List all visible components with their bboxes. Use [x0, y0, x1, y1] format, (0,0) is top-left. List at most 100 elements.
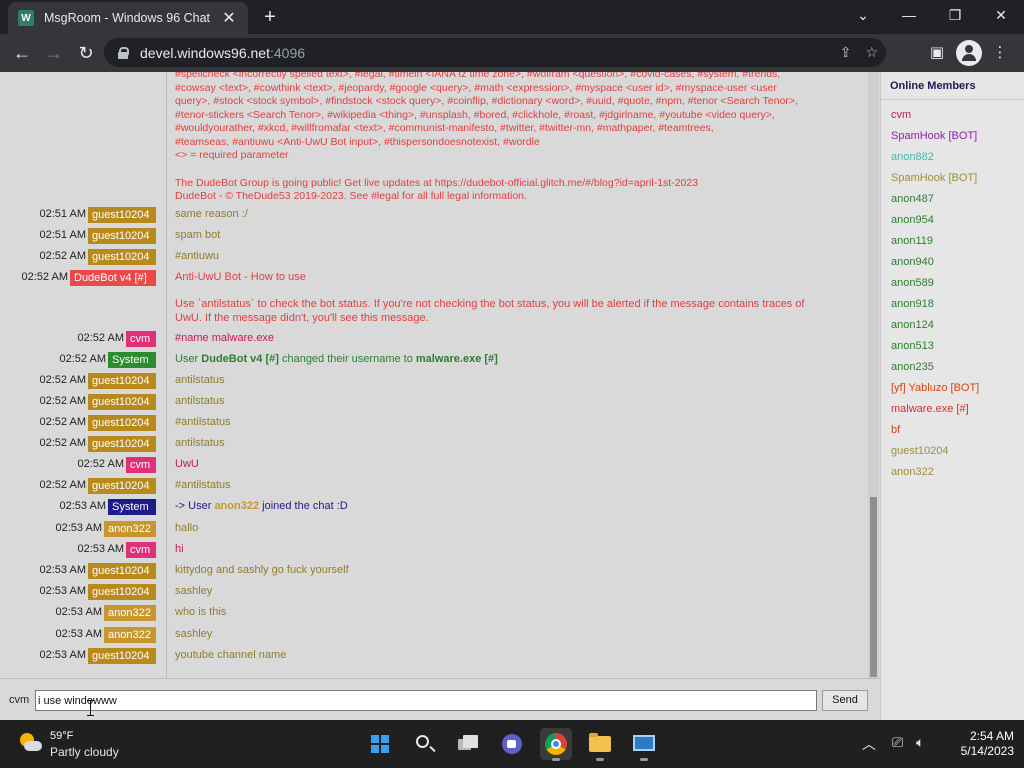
member-item[interactable]: anon124	[891, 319, 934, 331]
member-item[interactable]: anon918	[891, 298, 934, 310]
message-fragment: changed their username to	[278, 353, 416, 365]
share-icon[interactable]: ⇪	[840, 44, 852, 61]
network-icon[interactable]: ⎚	[892, 734, 903, 751]
tab-close-icon[interactable]: ✕	[220, 8, 238, 28]
username-badge[interactable]: DudeBot v4 [#]	[70, 270, 156, 286]
message-row: 02:51 AM guest10204 spam bot	[0, 227, 868, 245]
chat-log: #spellcheck <incorrectly spelled text>, …	[0, 72, 868, 678]
message-text: Anti-UwU Bot - How to use	[175, 271, 306, 283]
member-item[interactable]: SpamHook [BOT]	[891, 172, 977, 184]
message-text: hallo	[175, 522, 199, 534]
member-item[interactable]: anon119	[891, 235, 933, 247]
username-badge[interactable]: guest10204	[88, 648, 156, 664]
bot-help-text: #spellcheck <incorrectly spelled text>, …	[175, 72, 865, 204]
member-item[interactable]: malware.exe [#]	[891, 403, 969, 415]
bookmark-star-icon[interactable]: ☆	[865, 44, 878, 61]
show-hidden-icons-chevron-icon[interactable]: ︿	[862, 734, 876, 754]
username-badge[interactable]: anon322	[104, 605, 156, 621]
profile-avatar-icon[interactable]	[956, 40, 982, 66]
minimize-button[interactable]: —	[886, 0, 932, 32]
member-item[interactable]: anon235	[891, 361, 934, 373]
scrollbar-thumb[interactable]	[870, 497, 877, 677]
username-badge[interactable]: anon322	[104, 627, 156, 643]
member-item[interactable]: anon513	[891, 340, 934, 352]
help-line: #teamseas, #antiuwu <Anti-UwU Bot input>…	[175, 135, 540, 148]
back-button[interactable]: ←	[8, 39, 36, 67]
online-members-panel: Online Members cvm SpamHook [BOT] anon882 S…	[880, 72, 1024, 720]
message-username-mention: anon322	[214, 500, 260, 512]
username-badge[interactable]: cvm	[126, 542, 156, 558]
member-item[interactable]: anon322	[891, 466, 934, 478]
message-text: antilstatus	[175, 395, 225, 407]
restore-button[interactable]: ❐	[932, 0, 978, 32]
username-badge[interactable]: System	[108, 499, 156, 515]
start-button[interactable]	[364, 728, 396, 760]
message-row: 02:53 AM guest10204 youtube channel name	[0, 647, 868, 665]
message-text: kittydog and sashly go fuck yourself	[175, 564, 349, 576]
forward-button[interactable]: →	[40, 39, 68, 67]
member-item[interactable]: [yf] Yabluzo [BOT]	[891, 382, 979, 394]
username-badge[interactable]: cvm	[126, 457, 156, 473]
new-tab-button[interactable]: +	[258, 5, 282, 29]
search-button[interactable]	[408, 728, 440, 760]
username-badge[interactable]: guest10204	[88, 563, 156, 579]
member-item[interactable]: anon882	[891, 151, 934, 163]
message-row: 02:52 AM System User DudeBot v4 [#] change…	[0, 351, 868, 369]
username-badge[interactable]: cvm	[126, 331, 156, 347]
folder-icon	[589, 733, 611, 752]
browser-tab[interactable]: W MsgRoom - Windows 96 Chat ✕	[8, 2, 248, 34]
username-badge[interactable]: guest10204	[88, 436, 156, 452]
message-fragment: -> User	[175, 500, 215, 512]
volume-icon[interactable]: 🔈︎	[916, 734, 924, 751]
message-timestamp: 02:53 AM	[59, 500, 106, 512]
username-badge[interactable]: guest10204	[88, 207, 156, 223]
reload-button[interactable]: ↻	[72, 39, 100, 67]
footer-line: The DudeBot Group is going public! Get l…	[175, 176, 699, 189]
username-badge[interactable]: guest10204	[88, 584, 156, 600]
username-badge[interactable]: guest10204	[88, 415, 156, 431]
message-text: hi	[175, 543, 184, 555]
members-title: Online Members	[890, 80, 976, 92]
username-badge[interactable]: guest10204	[88, 249, 156, 265]
send-button[interactable]: Send	[822, 690, 868, 711]
message-row: 02:53 AM anon322 sashley	[0, 626, 868, 644]
chat-scrollbar[interactable]	[868, 72, 879, 678]
member-item[interactable]: SpamHook [BOT]	[891, 130, 977, 142]
username-badge[interactable]: guest10204	[88, 373, 156, 389]
window-close-button[interactable]: ✕	[978, 0, 1024, 32]
message-row: UwU. If the message didn't, you'll see t…	[0, 310, 868, 328]
username-badge[interactable]: guest10204	[88, 478, 156, 494]
message-text: who is this	[175, 606, 227, 618]
message-input[interactable]	[35, 690, 817, 711]
file-explorer-button[interactable]	[584, 728, 616, 761]
tab-search-dropdown-icon[interactable]: ⌄	[840, 0, 886, 32]
chrome-taskbar-button[interactable]	[540, 728, 572, 761]
browser-tabbar: W MsgRoom - Windows 96 Chat ✕ + ⌄ — ❐ ✕	[0, 0, 1024, 34]
lock-icon[interactable]	[118, 46, 129, 59]
member-item[interactable]: guest10204	[891, 445, 949, 457]
member-item[interactable]: anon487	[891, 193, 934, 205]
monitor-app-button[interactable]	[628, 728, 660, 761]
help-line: #wouldyourather, #xkcd, #willfromafar <t…	[175, 122, 714, 134]
username-badge[interactable]: guest10204	[88, 228, 156, 244]
member-item[interactable]: anon954	[891, 214, 934, 226]
tab-title: MsgRoom - Windows 96 Chat	[44, 11, 211, 25]
member-item[interactable]: bf	[891, 424, 900, 436]
member-item[interactable]: cvm	[891, 109, 911, 121]
member-item[interactable]: anon589	[891, 277, 934, 289]
message-text: Use `antilstatus` to check the bot statu…	[175, 298, 805, 310]
address-bar[interactable]: devel.windows96.net :4096 ⇪ ☆	[104, 38, 886, 67]
username-badge[interactable]: guest10204	[88, 394, 156, 410]
username-badge[interactable]: anon322	[104, 521, 156, 537]
username-badge[interactable]: System	[108, 352, 156, 368]
menu-kebab-icon[interactable]: ⋮	[986, 39, 1014, 67]
footer-line: DudeBot - © TheDude53 2019-2023. See #le…	[175, 190, 527, 202]
task-view-button[interactable]	[452, 728, 484, 760]
message-text: sashley	[175, 628, 213, 640]
message-username-mention: DudeBot v4 [#]	[201, 353, 279, 365]
side-panel-icon[interactable]: ▣	[923, 39, 951, 67]
teams-chat-button[interactable]	[496, 728, 528, 760]
message-text: spam bot	[175, 229, 221, 241]
member-item[interactable]: anon940	[891, 256, 934, 268]
system-clock[interactable]: 2:54 AM 5/14/2023	[944, 729, 1014, 759]
